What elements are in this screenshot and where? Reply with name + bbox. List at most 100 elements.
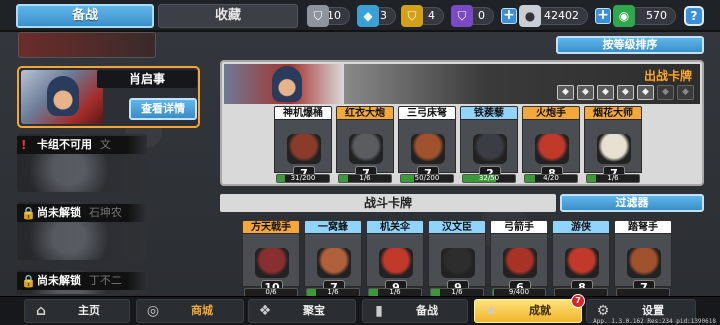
unit-figure-icon bbox=[473, 134, 507, 164]
resource-gold: ⛉ 4 bbox=[401, 5, 444, 27]
nav-home[interactable]: ⌂ 主页 bbox=[24, 299, 130, 323]
unit-card[interactable]: 铁蒺藜232/50 bbox=[460, 106, 518, 184]
resource-gems-value: 570 bbox=[646, 9, 667, 22]
card-art: 6 bbox=[490, 233, 548, 296]
filter-button[interactable]: 过滤器 bbox=[560, 194, 704, 212]
gold-shield-icon: ⛉ bbox=[401, 5, 423, 27]
bottom-nav: ⌂ 主页 ◎ 商城 ❖ 聚宝 ▮ 备战 ★ 成就 7 ⚙ 设置 App. 1.3.0.162 Res:2… bbox=[0, 294, 720, 325]
unit-figure-icon bbox=[535, 134, 569, 164]
unit-figure-icon bbox=[627, 248, 661, 278]
gem-icon: ◉ bbox=[613, 5, 635, 27]
warning-icon: ! bbox=[21, 138, 27, 152]
unit-card[interactable]: 汉文臣91/6 bbox=[428, 220, 486, 298]
deck-ghost-name: 文 bbox=[99, 138, 111, 151]
card-progress-text: 1/6 bbox=[451, 288, 463, 296]
card-art: 7 bbox=[614, 233, 672, 296]
deck-item-locked-1[interactable]: 🔒 尚未解锁 石坤农 bbox=[17, 202, 147, 260]
deck-banner: ! 卡组不可用 文 bbox=[17, 136, 147, 154]
card-progress-text: 1/6 bbox=[359, 174, 371, 182]
card-art: 7 bbox=[584, 119, 642, 182]
unit-card[interactable]: 神机爆桶731/200 bbox=[274, 106, 332, 184]
tab-prepare[interactable]: 备战 bbox=[16, 4, 154, 28]
unit-card[interactable]: 弓箭手69/400 bbox=[490, 220, 548, 298]
card-progress-text: 9/400 bbox=[508, 288, 530, 296]
card-art: 7 bbox=[274, 119, 332, 182]
filter-type-icon[interactable]: ◆ bbox=[637, 85, 654, 100]
filter-type-icon[interactable]: ◆ bbox=[657, 85, 674, 100]
card-art: 2 bbox=[460, 119, 518, 182]
card-progress-bar: 31/200 bbox=[276, 174, 330, 183]
filter-type-icon[interactable]: ◆ bbox=[617, 85, 634, 100]
unit-card[interactable]: 一窝蜂71/6 bbox=[304, 220, 362, 298]
resource-shield: ⛉ 10 bbox=[307, 5, 350, 27]
deck-banner: 🔒 尚未解锁 石坤农 bbox=[17, 204, 147, 222]
cards-icon: ▮ bbox=[375, 303, 383, 319]
filter-type-icon[interactable]: ◆ bbox=[577, 85, 594, 100]
deck-banner: 🔒 尚未解锁 丁不二 bbox=[17, 272, 147, 290]
card-progress-text: 1/6 bbox=[327, 288, 339, 296]
purple-shield-icon: ⛉ bbox=[451, 5, 473, 27]
crystal-icon: ◆ bbox=[357, 5, 379, 27]
unit-card[interactable]: 火炮手84/20 bbox=[522, 106, 580, 184]
resource-gems: ◉ 570 bbox=[613, 5, 676, 27]
deck-status: 尚未解锁 bbox=[37, 274, 81, 287]
card-art: 8 bbox=[552, 233, 610, 296]
card-art: 7 bbox=[398, 119, 456, 182]
unit-card[interactable]: 方天戟手100/6 bbox=[242, 220, 300, 298]
card-progress-bar: 1/6 bbox=[338, 174, 392, 183]
filter-type-icon[interactable]: ◆ bbox=[677, 85, 694, 100]
unit-card[interactable]: 三弓床弩750/200 bbox=[398, 106, 456, 184]
fight-cards-title: 战斗卡牌 bbox=[220, 194, 556, 212]
filter-type-icon[interactable]: ◆ bbox=[597, 85, 614, 100]
sort-by-level-button[interactable]: 按等级排序 bbox=[556, 36, 704, 54]
shield-icon: ⛉ bbox=[307, 5, 329, 27]
deck-item-unavailable[interactable]: ! 卡组不可用 文 bbox=[17, 134, 147, 192]
view-details-button[interactable]: 查看详情 bbox=[129, 98, 197, 120]
deck-ghost-name: 石坤农 bbox=[88, 206, 122, 219]
home-icon: ⌂ bbox=[35, 303, 47, 319]
resource-coins-value: 42402 bbox=[544, 9, 579, 22]
unit-figure-icon bbox=[441, 248, 475, 278]
deck-top-partial[interactable] bbox=[18, 32, 156, 58]
treasure-icon: ❖ bbox=[258, 303, 272, 319]
card-progress-bar: 4/20 bbox=[524, 174, 578, 183]
tab-collection[interactable]: 收藏 bbox=[158, 4, 298, 28]
nav-treasure[interactable]: ❖ 聚宝 bbox=[248, 299, 356, 323]
hero-portrait-banner bbox=[224, 64, 344, 104]
nav-shop[interactable]: ◎ 商城 bbox=[136, 299, 244, 323]
card-art: 9 bbox=[366, 233, 424, 296]
nav-achievement[interactable]: ★ 成就 7 bbox=[474, 294, 585, 323]
version-text: App. 1.3.0.162 Res:234 pid:1390618 bbox=[593, 318, 716, 325]
resource-shield-value: 10 bbox=[327, 9, 341, 22]
resource-crystal: ◆ 23 bbox=[357, 5, 396, 27]
unit-figure-icon bbox=[411, 134, 445, 164]
card-art: 9 bbox=[428, 233, 486, 296]
resource-purple: ⛉ 0 bbox=[451, 5, 494, 27]
shop-icon: ◎ bbox=[146, 303, 160, 319]
unit-card[interactable]: 机关伞91/6 bbox=[366, 220, 424, 298]
deck-ghost-name: 丁不二 bbox=[88, 274, 122, 287]
unit-card[interactable]: 红衣大炮71/6 bbox=[336, 106, 394, 184]
filter-type-icon[interactable]: ◆ bbox=[557, 85, 574, 100]
battle-cards-panel: 出战卡牌 ◆ ◆ ◆ ◆ ◆ ◆ ◆ 神机爆桶731/200红衣大炮71/6三弓… bbox=[220, 60, 704, 186]
card-progress-text: 4/20 bbox=[543, 174, 559, 182]
add-gems-button[interactable]: + bbox=[595, 8, 611, 24]
coin-icon: ● bbox=[519, 5, 541, 27]
unit-figure-icon bbox=[565, 248, 599, 278]
deck-selected[interactable]: 肖启事 查看详情 bbox=[17, 66, 200, 128]
unit-card[interactable]: 烟花大师71/6 bbox=[584, 106, 642, 184]
card-progress-text: 1/6 bbox=[607, 174, 619, 182]
deck-item-locked-2[interactable]: 🔒 尚未解锁 丁不二 bbox=[17, 270, 147, 294]
unit-card[interactable]: 踏弩手7 bbox=[614, 220, 672, 298]
add-coins-button[interactable]: + bbox=[501, 8, 517, 24]
card-progress-bar: 1/6 bbox=[586, 174, 640, 183]
help-button[interactable]: ? bbox=[684, 6, 704, 26]
hero-portrait bbox=[21, 70, 103, 124]
nav-cards[interactable]: ▮ 备战 bbox=[362, 299, 468, 323]
deck-list[interactable]: 肖启事 查看详情 ! 卡组不可用 文 🔒 尚未解锁 石坤农 🔒 尚未解锁 丁不二 bbox=[12, 32, 202, 294]
deck-status: 卡组不可用 bbox=[37, 138, 92, 151]
unit-card[interactable]: 游侠8 bbox=[552, 220, 610, 298]
card-progress-bar: 50/200 bbox=[400, 174, 454, 183]
unit-figure-icon bbox=[255, 248, 289, 278]
lock-icon: 🔒 bbox=[21, 206, 36, 220]
